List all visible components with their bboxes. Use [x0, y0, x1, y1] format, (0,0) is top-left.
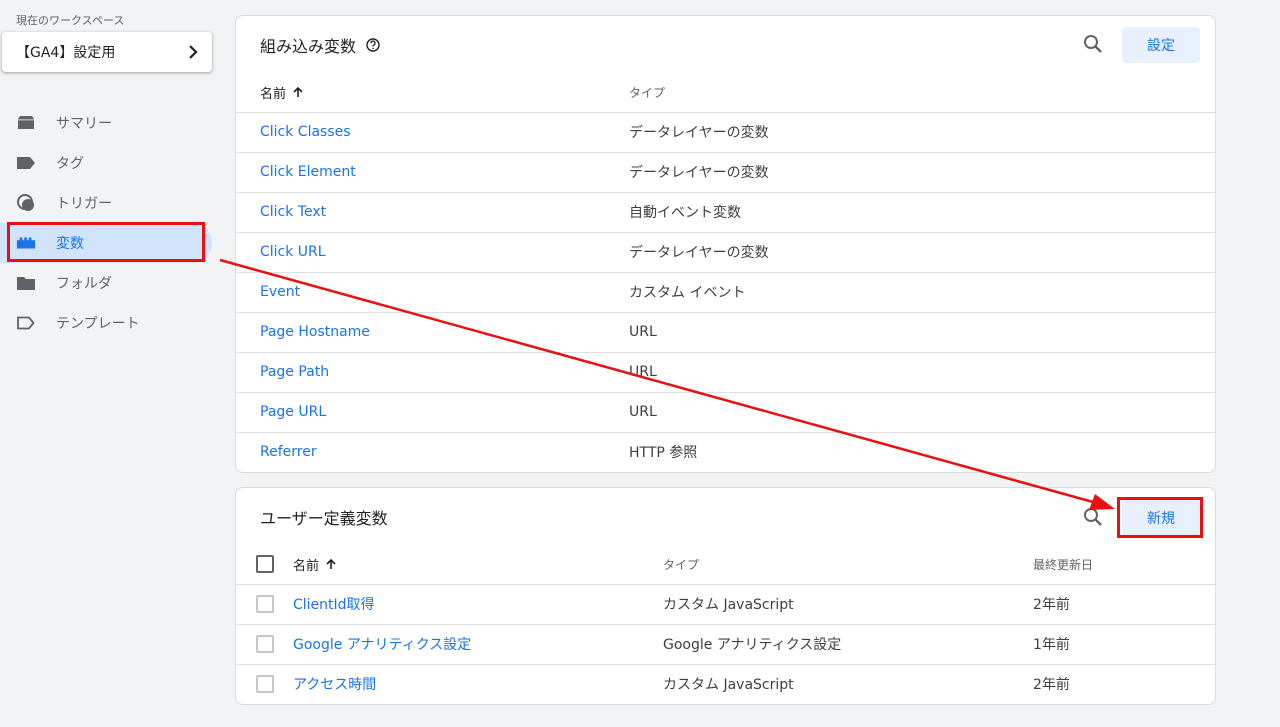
user-defined-variables-title: ユーザー定義変数: [260, 509, 388, 528]
sidebar-item-label: タグ: [56, 156, 84, 172]
builtin-variables-card: 組み込み変数 設定 名前 タイプ Click Classes データレイヤーの変数…: [235, 15, 1216, 473]
table-row[interactable]: Referrer HTTP 参照: [236, 432, 1215, 472]
variable-name-link[interactable]: Page URL: [260, 392, 326, 432]
variable-name-link[interactable]: アクセス時間: [293, 664, 376, 704]
variable-type: データレイヤーの変数: [629, 165, 769, 181]
table-row[interactable]: ClientId取得 カスタム JavaScript 2年前: [236, 584, 1215, 625]
sidebar-item-triggers[interactable]: トリガー: [0, 183, 212, 223]
tag-icon: [16, 153, 36, 173]
column-header-name[interactable]: 名前: [260, 72, 304, 112]
sidebar-item-templates[interactable]: テンプレート: [0, 303, 212, 343]
variable-name-link[interactable]: Page Hostname: [260, 312, 370, 352]
table-row[interactable]: Click URL データレイヤーの変数: [236, 232, 1215, 273]
variables-icon: [16, 233, 36, 253]
table-row[interactable]: Page URL URL: [236, 392, 1215, 433]
variable-name-link[interactable]: Click Text: [260, 192, 326, 232]
summary-icon: [16, 113, 36, 133]
variable-name-link[interactable]: Click Element: [260, 152, 356, 192]
last-updated: 2年前: [1033, 677, 1070, 693]
table-row[interactable]: Google アナリティクス設定 Google アナリティクス設定 1年前: [236, 624, 1215, 665]
table-row[interactable]: Page Hostname URL: [236, 312, 1215, 353]
new-variable-button[interactable]: 新規: [1122, 500, 1200, 536]
variable-type: データレイヤーの変数: [629, 125, 769, 141]
variable-name-link[interactable]: Google アナリティクス設定: [293, 624, 471, 664]
variable-name-link[interactable]: Click URL: [260, 232, 326, 272]
variable-type: URL: [629, 404, 657, 420]
variable-name-link[interactable]: ClientId取得: [293, 584, 375, 624]
sidebar-item-label: フォルダ: [56, 276, 112, 292]
column-header-name-label: 名前: [293, 558, 320, 574]
variable-name-link[interactable]: Event: [260, 272, 300, 312]
sidebar-item-label: トリガー: [56, 196, 112, 212]
arrow-up-icon: [293, 86, 303, 97]
chevron-right-icon: [189, 45, 198, 59]
builtin-variables-title: 組み込み変数: [260, 37, 357, 56]
arrow-up-icon: [326, 558, 336, 569]
variable-name-link[interactable]: Click Classes: [260, 112, 351, 152]
sidebar: 現在のワークスペース 【GA4】設定用 サマリー タグ トリガー 変数 フォルダ…: [0, 0, 222, 727]
row-checkbox[interactable]: [256, 595, 274, 613]
select-all-checkbox[interactable]: [256, 555, 274, 573]
variable-type: HTTP 参照: [629, 445, 698, 461]
sidebar-item-label: テンプレート: [56, 316, 140, 332]
variable-type: カスタム JavaScript: [663, 677, 794, 693]
template-icon: [16, 313, 36, 333]
sidebar-item-variables[interactable]: 変数: [0, 223, 212, 263]
user-defined-table-header: 名前 タイプ 最終更新日: [236, 544, 1215, 585]
sidebar-item-label: 変数: [56, 236, 84, 252]
variable-type: Google アナリティクス設定: [663, 637, 842, 653]
user-defined-variables-card: ユーザー定義変数 新規 名前 タイプ 最終更新日 ClientId取得カスタム …: [235, 487, 1216, 705]
table-row[interactable]: Click Classes データレイヤーの変数: [236, 112, 1215, 153]
variable-type: カスタム イベント: [629, 285, 746, 301]
workspace-label: 現在のワークスペース: [16, 14, 125, 27]
sidebar-item-folders[interactable]: フォルダ: [0, 263, 212, 303]
variable-type: カスタム JavaScript: [663, 597, 794, 613]
sidebar-item-tags[interactable]: タグ: [0, 143, 212, 183]
sidebar-item-summary[interactable]: サマリー: [0, 103, 212, 143]
column-header-last-updated: 最終更新日: [1033, 557, 1094, 572]
variable-type: URL: [629, 324, 657, 340]
column-header-type: タイプ: [663, 557, 700, 572]
column-header-type: タイプ: [629, 85, 666, 100]
last-updated: 2年前: [1033, 597, 1070, 613]
configure-button[interactable]: 設定: [1122, 27, 1200, 63]
table-row[interactable]: Page Path URL: [236, 352, 1215, 393]
folder-icon: [16, 273, 36, 293]
column-header-name-label: 名前: [260, 86, 287, 102]
last-updated: 1年前: [1033, 637, 1070, 653]
help-icon[interactable]: [366, 38, 380, 52]
table-row[interactable]: Event カスタム イベント: [236, 272, 1215, 313]
table-row[interactable]: Click Text 自動イベント変数: [236, 192, 1215, 233]
variable-type: URL: [629, 364, 657, 380]
sidebar-nav: サマリー タグ トリガー 変数 フォルダ テンプレート: [0, 103, 212, 343]
variable-name-link[interactable]: Referrer: [260, 432, 317, 472]
variable-type: データレイヤーの変数: [629, 245, 769, 261]
search-icon[interactable]: [1082, 33, 1104, 55]
row-checkbox[interactable]: [256, 675, 274, 693]
variable-type: 自動イベント変数: [629, 205, 741, 221]
workspace-name: 【GA4】設定用: [16, 45, 116, 61]
builtin-table-header: 名前 タイプ: [236, 72, 1215, 113]
workspace-selector[interactable]: 【GA4】設定用: [2, 32, 212, 72]
sidebar-item-label: サマリー: [56, 116, 112, 132]
trigger-icon: [16, 193, 36, 213]
table-row[interactable]: Click Element データレイヤーの変数: [236, 152, 1215, 193]
row-checkbox[interactable]: [256, 635, 274, 653]
variable-name-link[interactable]: Page Path: [260, 352, 329, 392]
table-row[interactable]: アクセス時間 カスタム JavaScript 2年前: [236, 664, 1215, 704]
search-icon[interactable]: [1082, 506, 1104, 528]
column-header-name[interactable]: 名前: [293, 544, 337, 584]
